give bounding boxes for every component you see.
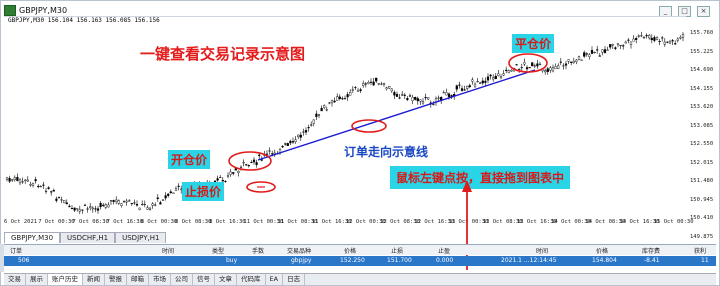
open-price-circle — [228, 151, 272, 171]
row-sl: 151.700 — [387, 257, 412, 264]
col-profit[interactable]: 获利 — [694, 246, 706, 255]
row-profit: 11 — [701, 257, 709, 264]
order-direction-line — [257, 69, 536, 161]
terminal-tab[interactable]: 信号 — [193, 274, 215, 285]
row-order: 506 — [18, 257, 30, 264]
drag-arrow-head — [462, 180, 472, 192]
col-lots[interactable]: 手数 — [252, 246, 264, 255]
terminal-tab[interactable]: 文章 — [215, 274, 237, 285]
terminal-tab[interactable]: 邮箱 — [127, 274, 149, 285]
terminal-tab[interactable]: 新闻 — [83, 274, 105, 285]
order-line-circle — [351, 119, 387, 133]
row-price: 152.250 — [340, 257, 365, 264]
terminal-tab[interactable]: 公司 — [171, 274, 193, 285]
row-symbol: gbpjpy — [291, 257, 312, 264]
col-order[interactable]: 订单 — [10, 246, 22, 255]
terminal-tab[interactable]: 展示 — [26, 274, 48, 285]
terminal-tab[interactable]: 市场 — [149, 274, 171, 285]
col-price[interactable]: 价格 — [344, 246, 356, 255]
history-table-header: 订单 时间 类型 手数 交易品种 价格 止损 止盈 时间 价格 库存费 获利 — [4, 245, 716, 255]
col-sl[interactable]: 止损 — [391, 246, 403, 255]
row-close-price: 154.804 — [592, 257, 617, 264]
terminal-tab[interactable]: 代码库 — [237, 274, 266, 285]
terminal-tab[interactable]: 日志 — [283, 274, 306, 285]
chart-tabs: GBPJPY,M30 USDCHF,H1 USDJPY,H1 — [4, 232, 167, 243]
terminal-tab[interactable]: 警报 — [105, 274, 127, 285]
col-close-price[interactable]: 价格 — [596, 246, 608, 255]
row-type: buy — [226, 257, 238, 264]
col-swap[interactable]: 库存费 — [642, 246, 660, 255]
col-type[interactable]: 类型 — [212, 246, 224, 255]
chart-tab-usdjpy[interactable]: USDJPY,H1 — [115, 232, 167, 243]
terminal-tab[interactable]: 交易 — [4, 274, 26, 285]
col-close-time[interactable]: 时间 — [536, 246, 548, 255]
row-swap: -8.41 — [644, 257, 660, 264]
terminal-panel: 订单 时间 类型 手数 交易品种 价格 止损 止盈 时间 价格 库存费 获利 5… — [4, 244, 716, 273]
chart-tab-usdchf[interactable]: USDCHF,H1 — [60, 232, 116, 243]
row-tp: 0.000 — [436, 257, 454, 264]
terminal-tab[interactable]: EA — [266, 274, 284, 285]
close-price-circle — [508, 53, 548, 73]
col-tp[interactable]: 止盈 — [438, 246, 450, 255]
history-row[interactable]: 506 buy gbpjpy 152.250 151.700 0.000 202… — [4, 256, 716, 266]
terminal-tabs: 交易 展示 账户历史 新闻 警报 邮箱 市场 公司 信号 文章 代码库 EA 日志 — [4, 273, 716, 285]
row-close-time: 2021.1 ...12:14:45 — [501, 257, 557, 264]
col-time[interactable]: 时间 — [162, 246, 174, 255]
terminal-tab[interactable]: 账户历史 — [48, 274, 83, 285]
col-symbol[interactable]: 交易品种 — [287, 246, 311, 255]
chart-tab-gbpjpy[interactable]: GBPJPY,M30 — [4, 232, 61, 243]
